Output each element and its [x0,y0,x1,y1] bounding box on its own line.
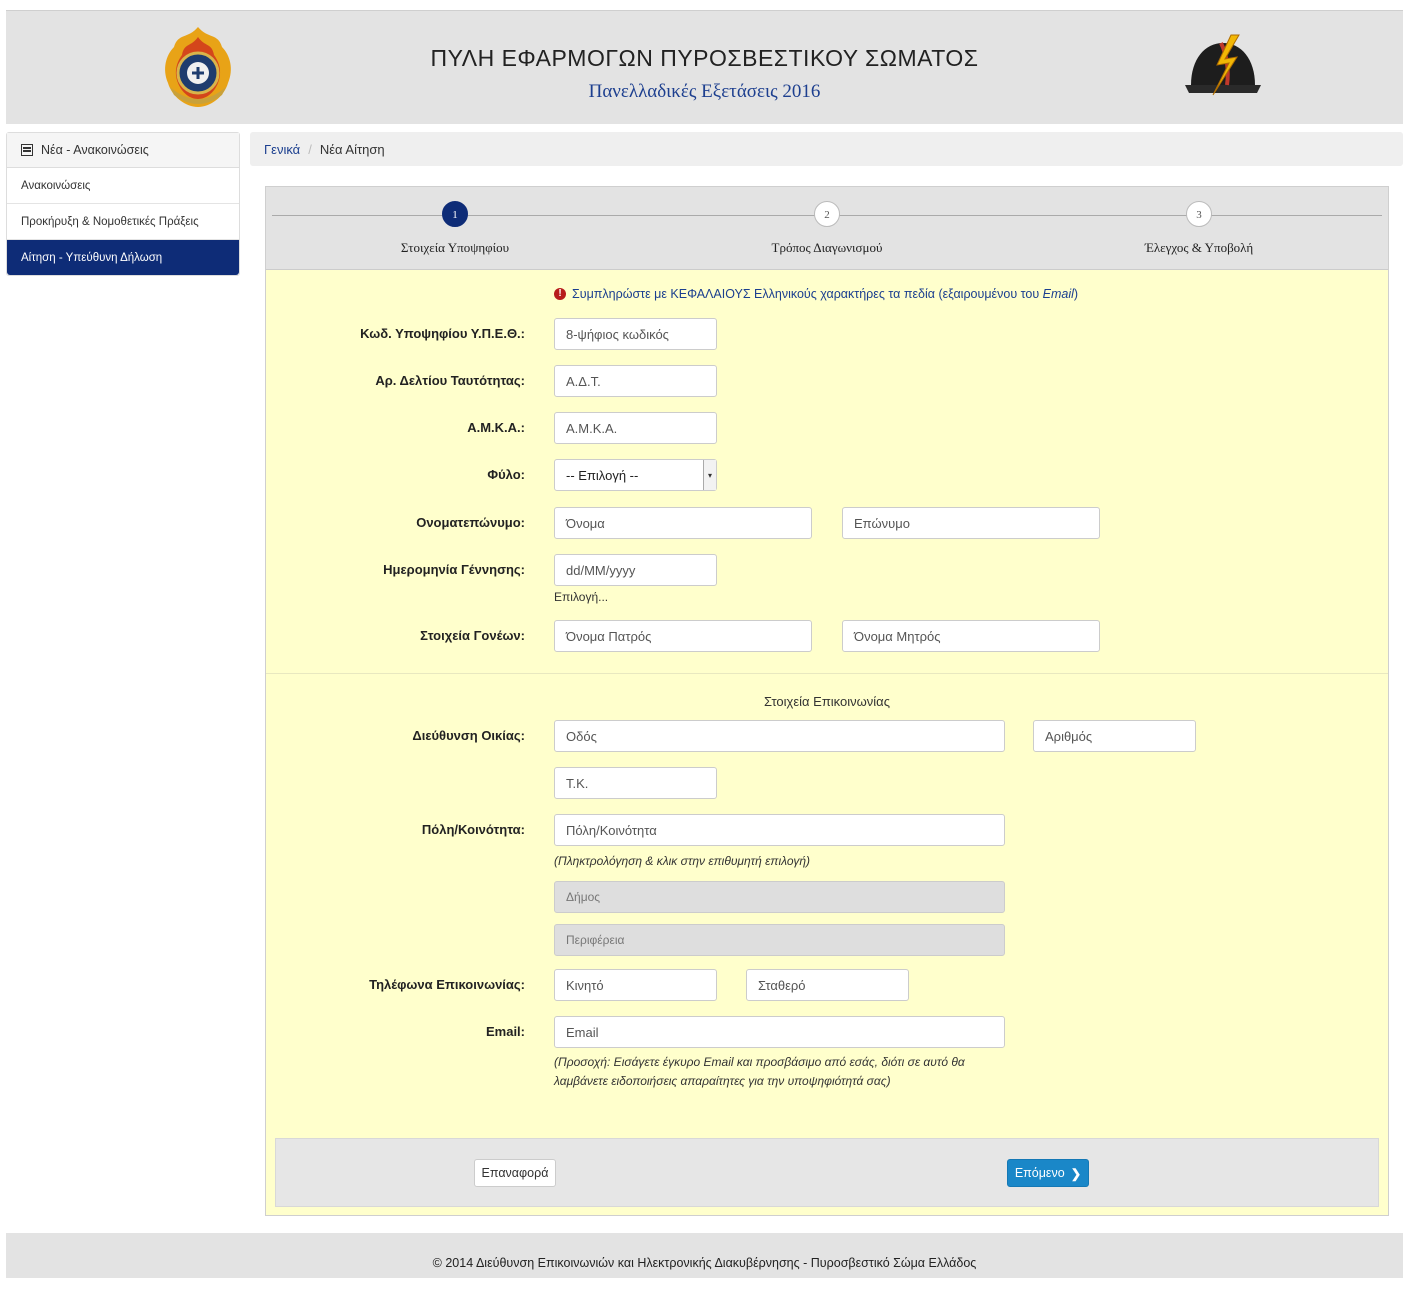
street-input[interactable]: Οδός [554,720,1005,752]
birth-date-label: Ημερομηνία Γέννησης: [383,562,525,577]
sidebar-item-notice-legislation[interactable]: Προκήρυξη & Νομοθετικές Πράξεις [7,204,239,240]
father-name-input[interactable]: Όνομα Πατρός [554,620,812,652]
wizard-step-1[interactable]: 1 Στοιχεία Υποψηφίου [345,201,565,256]
candidate-code-label: Κωδ. Υποψηφίου Υ.Π.Ε.Θ.: [360,326,525,341]
mother-name-input[interactable]: Όνομα Μητρός [842,620,1100,652]
step-number-badge: 3 [1186,201,1212,227]
gender-label: Φύλο: [487,467,525,482]
sidebar-item-label: Προκήρυξη & Νομοθετικές Πράξεις [21,215,199,228]
id-card-label: Αρ. Δελτίου Ταυτότητας: [375,373,525,388]
breadcrumb-current: Νέα Αίτηση [319,141,385,157]
sidebar-item-label: Αίτηση - Υπεύθυνη Δήλωση [21,251,163,264]
form-actions-bar: Επαναφορά Επόμενο ❯ [275,1138,1379,1207]
step-label: Έλεγχος & Υποβολή [1144,240,1254,255]
sidebar-heading-label: Νέα - Ανακοινώσεις [41,143,149,157]
city-help-text: (Πληκτρολόγηση & κλικ στην επιθυμητή επι… [554,854,810,868]
news-list-icon [21,144,33,156]
gender-select[interactable]: -- Επιλογή -- ▾ [554,459,717,491]
page-header: ΠΥΛΗ ΕΦΑΡΜΟΓΩΝ ΠΥΡΟΣΒΕΣΤΙΚΟΥ ΣΩΜΑΤΟΣ Παν… [6,10,1403,124]
amka-label: Α.Μ.Κ.Α.: [467,420,525,435]
firefighter-helmet-logo [1185,34,1261,96]
candidate-code-input[interactable]: 8-ψήφιος κωδικός [554,318,717,350]
full-name-label: Ονοματεπώνυμο: [416,515,525,530]
municipality-field: Δήμος [554,881,1005,913]
breadcrumb: Γενικά / Νέα Αίτηση [250,132,1403,166]
birth-date-input[interactable]: dd/MM/yyyy [554,554,717,586]
wizard-steps: 1 Στοιχεία Υποψηφίου 2 Τρόπος Διαγωνισμο… [266,187,1388,270]
postal-code-input[interactable]: Τ.Κ. [554,767,717,799]
section-divider [266,673,1388,674]
mobile-phone-input[interactable]: Κινητό [554,969,717,1001]
step-label: Τρόπος Διαγωνισμού [771,240,883,255]
breadcrumb-separator: / [308,141,312,157]
city-label: Πόλη/Κοινότητα: [421,822,525,837]
last-name-input[interactable]: Επώνυμο [842,507,1100,539]
email-input[interactable]: Email [554,1016,1005,1048]
first-name-input[interactable]: Όνομα [554,507,812,539]
email-help-line2: λαμβάνετε ειδοποιήσεις απαραίτητες για τ… [554,1074,891,1088]
breadcrumb-general-link[interactable]: Γενικά [264,142,300,157]
sidebar-item-application[interactable]: Αίτηση - Υπεύθυνη Δήλωση [7,240,239,275]
sidebar-menu: Νέα - Ανακοινώσεις Ανακοινώσεις Προκήρυξ… [6,132,240,276]
reset-button[interactable]: Επαναφορά [474,1159,556,1187]
contact-section-title: Στοιχεία Επικοινωνίας [764,694,890,709]
capital-letters-notice: ! Συμπληρώστε με ΚΕΦΑΛΑΙΟΥΣ Ελληνικούς χ… [554,287,1078,301]
address-label: Διεύθυνση Οικίας: [412,728,525,743]
phones-label: Τηλέφωνα Επικοινωνίας: [369,977,525,992]
application-form-panel: 1 Στοιχεία Υποψηφίου 2 Τρόπος Διαγωνισμο… [265,186,1389,1216]
copyright-text: © 2014 Διεύθυνση Επικοινωνιών και Ηλεκτρ… [432,1256,977,1270]
region-field: Περιφέρεια [554,924,1005,956]
exclamation-icon: ! [554,288,566,300]
date-picker-link[interactable]: Επιλογή... [554,590,608,604]
next-button[interactable]: Επόμενο ❯ [1007,1159,1089,1187]
wizard-step-2[interactable]: 2 Τρόπος Διαγωνισμού [717,201,937,256]
amka-input[interactable]: Α.Μ.Κ.Α. [554,412,717,444]
wizard-step-3[interactable]: 3 Έλεγχος & Υποβολή [1089,201,1309,256]
sidebar-heading: Νέα - Ανακοινώσεις [7,133,239,168]
step-label: Στοιχεία Υποψηφίου [400,240,510,255]
parents-label: Στοιχεία Γονέων: [420,628,525,643]
page-footer: © 2014 Διεύθυνση Επικοινωνιών και Ηλεκτρ… [6,1233,1403,1278]
email-label: Email: [485,1024,525,1039]
city-input[interactable]: Πόλη/Κοινότητα [554,814,1005,846]
street-number-input[interactable]: Αριθμός [1033,720,1196,752]
next-button-label: Επόμενο [1014,1166,1065,1180]
chevron-right-icon: ❯ [1070,1166,1082,1181]
id-card-input[interactable]: Α.Δ.Τ. [554,365,717,397]
notice-text: Συμπληρώστε με ΚΕΦΑΛΑΙΟΥΣ Ελληνικούς χαρ… [572,287,1079,301]
sidebar-item-label: Ανακοινώσεις [21,179,91,192]
step-number-badge: 1 [442,201,468,227]
landline-phone-input[interactable]: Σταθερό [746,969,909,1001]
sidebar-item-announcements[interactable]: Ανακοινώσεις [7,168,239,204]
chevron-down-icon: ▾ [703,460,716,490]
step-number-badge: 2 [814,201,840,227]
email-help-line1: (Προσοχή: Εισάγετε έγκυρο Email και προσ… [554,1055,965,1069]
